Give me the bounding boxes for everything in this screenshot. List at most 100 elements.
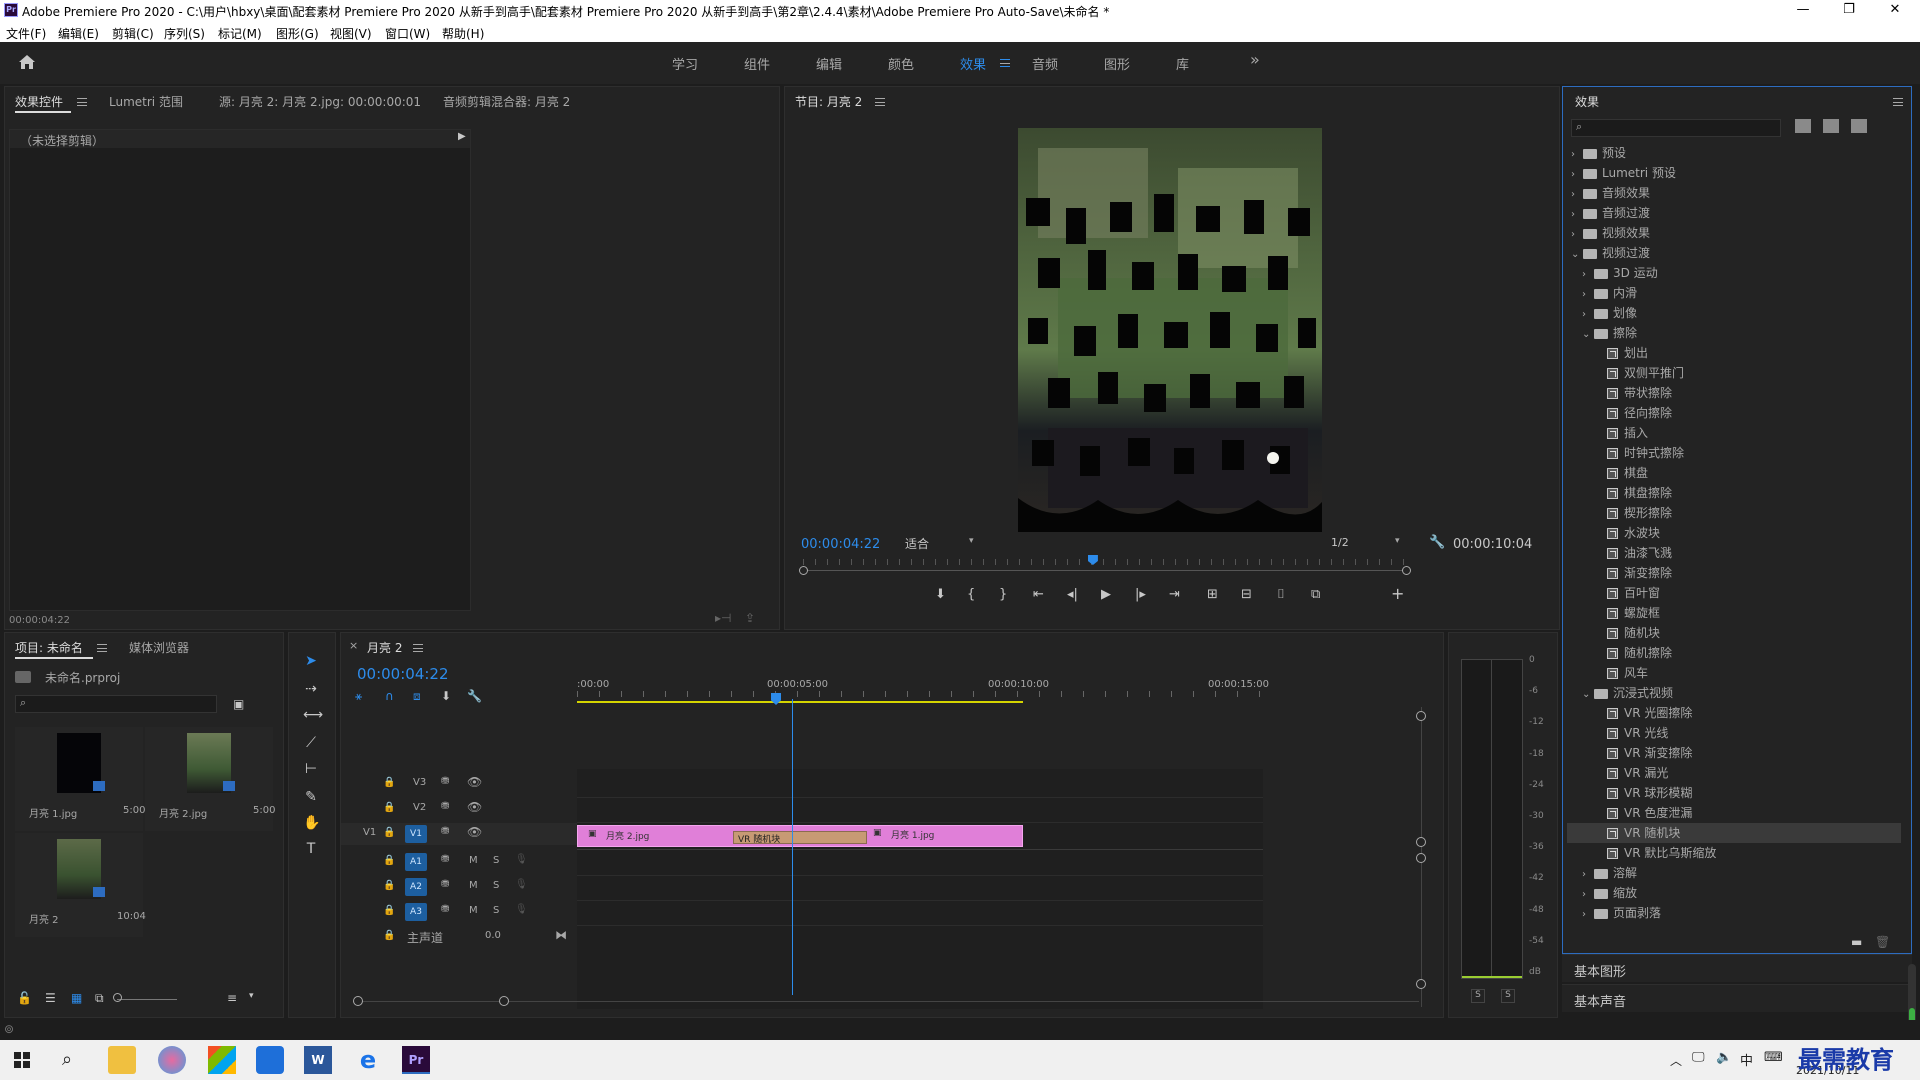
effect-item[interactable]: 插入 [1567,423,1901,443]
slip-tool-icon[interactable]: ⊢ [303,761,319,777]
effect-folder[interactable]: › 页面剥落 [1567,903,1901,923]
track-target-v1[interactable]: V1 [405,825,427,843]
more-workspaces-icon[interactable]: » [1250,50,1260,69]
workspace-menu-icon[interactable] [1000,59,1010,67]
ime-indicator[interactable]: 中 [1740,1050,1753,1069]
effect-item[interactable]: 渐变擦除 [1567,563,1901,583]
effect-folder[interactable]: ⌄ 视频过渡 [1567,243,1901,263]
mute-button[interactable]: M [469,880,478,891]
effect-folder[interactable]: › 3D 运动 [1567,263,1901,283]
chevron-right-icon[interactable]: › [1571,165,1583,185]
eye-icon[interactable]: 👁 [467,775,482,789]
delete-icon[interactable]: 🗑 [1875,935,1890,949]
workspace-editing[interactable]: 编辑 [816,54,842,73]
add-marker-icon[interactable]: ⬇ [935,587,946,602]
vertical-scroll-handle[interactable] [1416,711,1426,721]
effect-folder[interactable]: › 音频过渡 [1567,203,1901,223]
timeline-menu-icon[interactable] [413,644,423,652]
go-to-end-icon[interactable]: ⧓ [555,928,567,942]
menu-sequence[interactable]: 序列(S) [164,25,205,42]
chevron-right-icon[interactable]: › [1582,265,1594,285]
play-icon[interactable]: ▶ [1101,587,1111,602]
chevron-right-icon[interactable]: › [1582,865,1594,885]
fit-dropdown[interactable]: 适合 ▾ [905,535,977,553]
list-view-icon[interactable]: ☰ [45,991,56,1005]
effect-item[interactable]: VR 光线 [1567,723,1901,743]
pen-tool-icon[interactable]: ✎ [303,789,319,805]
tab-lumetri-scopes[interactable]: Lumetri 范围 [109,93,183,110]
ripple-edit-tool-icon[interactable]: ⟷ [303,707,323,723]
go-to-in-icon[interactable]: ⇤ [1033,587,1044,602]
eye-icon[interactable]: 👁 [467,800,482,814]
chevron-down-icon[interactable]: ⌄ [1582,325,1594,345]
minimize-button[interactable]: — [1780,0,1826,22]
effect-item[interactable]: VR 色度泄漏 [1567,803,1901,823]
extract-icon[interactable]: ⊟ [1241,587,1252,602]
effect-item[interactable]: 随机块 [1567,623,1901,643]
timeline-playhead-line[interactable] [792,699,793,995]
track-target-a1[interactable]: A1 [405,853,427,871]
paint-app-icon[interactable] [158,1046,186,1074]
menu-marker[interactable]: 标记(M) [218,25,262,42]
panel-menu-icon[interactable] [77,98,87,106]
microphone-icon[interactable]: 🎙 [515,904,528,915]
microphone-icon[interactable]: 🎙 [515,854,528,865]
workspace-effects[interactable]: 效果 [960,54,986,73]
sync-lock-icon[interactable]: ⛃ [441,879,449,890]
export-icon[interactable]: ⇪ [745,611,755,625]
track-header-v3[interactable]: 🔒 V3 ⛃ 👁 [341,773,577,795]
track-header-v2[interactable]: 🔒 V2 ⛃ 👁 [341,798,577,820]
project-item[interactable]: 月亮 1.jpg 5:00 [15,727,145,831]
lock-icon[interactable]: 🔒 [383,827,395,838]
master-volume-value[interactable]: 0.0 [485,930,501,941]
essential-graphics-panel[interactable]: 基本图形 [1562,954,1912,982]
linked-selection-icon[interactable]: ⧈ [413,689,421,704]
chevron-right-icon[interactable]: › [1571,225,1583,245]
vertical-scroll-handle[interactable] [1416,837,1426,847]
chevron-right-icon[interactable]: › [1571,205,1583,225]
close-tab-icon[interactable]: × [349,639,358,652]
effect-item[interactable]: 双侧平推门 [1567,363,1901,383]
sync-lock-icon[interactable]: ⛃ [441,826,449,837]
chevron-down-icon[interactable]: ▾ [249,991,254,1001]
go-to-out-icon[interactable]: ⇥ [1169,587,1180,602]
horizontal-scroll-handle[interactable] [353,996,363,1006]
blue-app-icon[interactable] [256,1046,284,1074]
solo-button[interactable]: S [493,855,499,866]
word-app-icon[interactable]: W [304,1046,332,1074]
export-frame-icon[interactable]: ⌷ [1277,587,1285,602]
project-item[interactable]: 月亮 2 10:04 [15,833,146,937]
zoom-handle-right[interactable] [1402,566,1411,575]
effect-folder[interactable]: › 音频效果 [1567,183,1901,203]
freeform-view-icon[interactable]: ⧉ [95,991,104,1006]
solo-button[interactable]: S [493,880,499,891]
project-item[interactable]: 月亮 2.jpg 5:00 [145,727,275,831]
menu-graphics[interactable]: 图形(G) [276,25,319,42]
sync-lock-icon[interactable]: ⛃ [441,801,449,812]
effect-item[interactable]: 随机擦除 [1567,643,1901,663]
menu-window[interactable]: 窗口(W) [385,25,430,42]
program-timecode[interactable]: 00:00:04:22 [801,537,880,552]
32bit-effects-icon[interactable] [1823,119,1839,133]
track-header-v1[interactable]: V1 🔒 V1 ⛃ 👁 [341,823,577,845]
tab-sequence[interactable]: 月亮 2 [367,639,402,656]
program-time-ruler[interactable] [799,555,1411,579]
track-header-a3[interactable]: 🔒 A3 ⛃ M S 🎙 [341,901,577,923]
chevron-down-icon[interactable]: ⌄ [1582,685,1594,705]
lock-icon[interactable]: 🔒 [383,855,395,866]
premiere-taskbar-icon[interactable]: Pr [402,1046,430,1074]
lock-icon[interactable]: 🔒 [383,905,395,916]
step-back-icon[interactable]: ◂| [1067,587,1078,602]
effect-item[interactable]: 径向擦除 [1567,403,1901,423]
hand-tool-icon[interactable]: ✋ [303,815,320,831]
solo-right-button[interactable]: S [1501,989,1515,1003]
effect-item[interactable]: VR 渐变擦除 [1567,743,1901,763]
mute-button[interactable]: M [469,905,478,916]
zoom-slider-handle[interactable] [113,993,122,1002]
tab-source[interactable]: 源: 月亮 2: 月亮 2.jpg: 00:00:00:01 [219,93,421,110]
sync-lock-icon[interactable]: ⛃ [441,904,449,915]
clip-moon-1[interactable]: ▣ 月亮 1.jpg [869,827,1019,845]
program-monitor-title[interactable]: 节目: 月亮 2 [795,93,862,110]
wrench-icon[interactable]: 🔧 [1429,535,1445,550]
solo-button[interactable]: S [493,905,499,916]
